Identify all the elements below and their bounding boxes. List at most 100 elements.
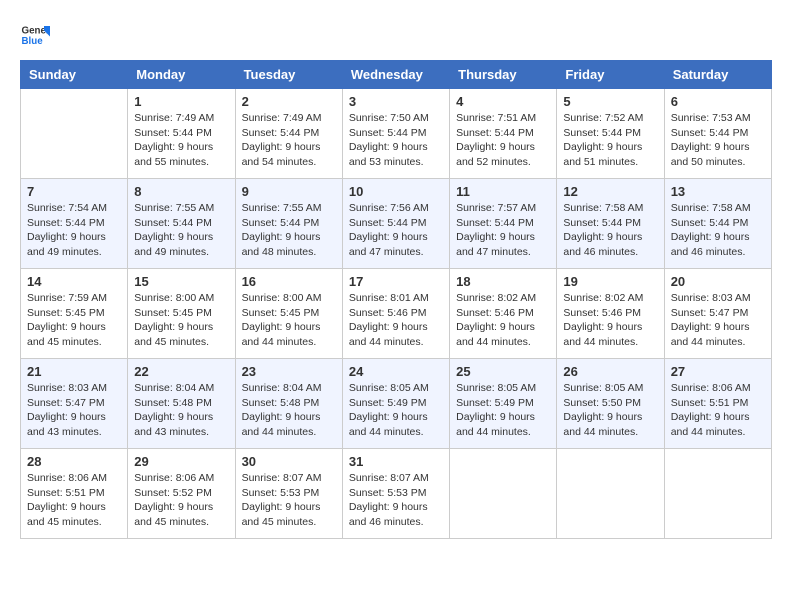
day-info: Sunrise: 7:59 AMSunset: 5:45 PMDaylight:… (27, 291, 121, 350)
logo-icon: General Blue (20, 20, 50, 50)
logo: General Blue (20, 20, 50, 50)
day-number: 3 (349, 94, 443, 109)
day-info: Sunrise: 8:06 AMSunset: 5:51 PMDaylight:… (671, 381, 765, 440)
day-info: Sunrise: 8:06 AMSunset: 5:51 PMDaylight:… (27, 471, 121, 530)
day-info: Sunrise: 7:49 AMSunset: 5:44 PMDaylight:… (242, 111, 336, 170)
day-number: 13 (671, 184, 765, 199)
day-info: Sunrise: 7:53 AMSunset: 5:44 PMDaylight:… (671, 111, 765, 170)
calendar-cell: 27 Sunrise: 8:06 AMSunset: 5:51 PMDayligh… (664, 359, 771, 449)
day-number: 21 (27, 364, 121, 379)
day-info: Sunrise: 8:05 AMSunset: 5:50 PMDaylight:… (563, 381, 657, 440)
day-info: Sunrise: 8:02 AMSunset: 5:46 PMDaylight:… (456, 291, 550, 350)
header-saturday: Saturday (664, 61, 771, 89)
day-info: Sunrise: 8:02 AMSunset: 5:46 PMDaylight:… (563, 291, 657, 350)
day-number: 2 (242, 94, 336, 109)
day-info: Sunrise: 7:50 AMSunset: 5:44 PMDaylight:… (349, 111, 443, 170)
day-number: 5 (563, 94, 657, 109)
calendar-cell: 4 Sunrise: 7:51 AMSunset: 5:44 PMDaylight… (450, 89, 557, 179)
day-number: 9 (242, 184, 336, 199)
day-number: 31 (349, 454, 443, 469)
calendar-cell: 23 Sunrise: 8:04 AMSunset: 5:48 PMDayligh… (235, 359, 342, 449)
calendar-cell: 21 Sunrise: 8:03 AMSunset: 5:47 PMDayligh… (21, 359, 128, 449)
day-number: 10 (349, 184, 443, 199)
day-number: 17 (349, 274, 443, 289)
calendar-header-row: SundayMondayTuesdayWednesdayThursdayFrid… (21, 61, 772, 89)
day-info: Sunrise: 7:54 AMSunset: 5:44 PMDaylight:… (27, 201, 121, 260)
day-info: Sunrise: 8:03 AMSunset: 5:47 PMDaylight:… (27, 381, 121, 440)
day-number: 27 (671, 364, 765, 379)
day-number: 6 (671, 94, 765, 109)
day-number: 29 (134, 454, 228, 469)
calendar-cell (450, 449, 557, 539)
day-number: 28 (27, 454, 121, 469)
calendar-cell: 16 Sunrise: 8:00 AMSunset: 5:45 PMDayligh… (235, 269, 342, 359)
calendar-cell: 13 Sunrise: 7:58 AMSunset: 5:44 PMDayligh… (664, 179, 771, 269)
day-info: Sunrise: 8:07 AMSunset: 5:53 PMDaylight:… (349, 471, 443, 530)
calendar-cell: 5 Sunrise: 7:52 AMSunset: 5:44 PMDaylight… (557, 89, 664, 179)
calendar-cell: 9 Sunrise: 7:55 AMSunset: 5:44 PMDaylight… (235, 179, 342, 269)
calendar-cell: 10Sunrise: 7:56 AMSunset: 5:44 PMDayligh… (342, 179, 449, 269)
calendar-week-3: 14 Sunrise: 7:59 AMSunset: 5:45 PMDayligh… (21, 269, 772, 359)
day-number: 30 (242, 454, 336, 469)
day-number: 19 (563, 274, 657, 289)
day-info: Sunrise: 7:58 AMSunset: 5:44 PMDaylight:… (671, 201, 765, 260)
calendar-cell: 2 Sunrise: 7:49 AMSunset: 5:44 PMDaylight… (235, 89, 342, 179)
calendar-cell (664, 449, 771, 539)
calendar-cell: 29Sunrise: 8:06 AMSunset: 5:52 PMDayligh… (128, 449, 235, 539)
day-info: Sunrise: 7:55 AMSunset: 5:44 PMDaylight:… (242, 201, 336, 260)
calendar-cell: 12 Sunrise: 7:58 AMSunset: 5:44 PMDayligh… (557, 179, 664, 269)
svg-text:Blue: Blue (22, 36, 44, 47)
calendar-cell: 1 Sunrise: 7:49 AMSunset: 5:44 PMDaylight… (128, 89, 235, 179)
day-info: Sunrise: 8:00 AMSunset: 5:45 PMDaylight:… (242, 291, 336, 350)
day-number: 7 (27, 184, 121, 199)
calendar-cell: 8 Sunrise: 7:55 AMSunset: 5:44 PMDaylight… (128, 179, 235, 269)
day-number: 23 (242, 364, 336, 379)
day-number: 16 (242, 274, 336, 289)
day-number: 26 (563, 364, 657, 379)
day-info: Sunrise: 8:04 AMSunset: 5:48 PMDaylight:… (134, 381, 228, 440)
day-info: Sunrise: 8:00 AMSunset: 5:45 PMDaylight:… (134, 291, 228, 350)
calendar-cell: 28 Sunrise: 8:06 AMSunset: 5:51 PMDayligh… (21, 449, 128, 539)
day-number: 18 (456, 274, 550, 289)
day-number: 4 (456, 94, 550, 109)
day-info: Sunrise: 8:03 AMSunset: 5:47 PMDaylight:… (671, 291, 765, 350)
header: General Blue (20, 20, 772, 50)
day-info: Sunrise: 7:55 AMSunset: 5:44 PMDaylight:… (134, 201, 228, 260)
calendar-cell (557, 449, 664, 539)
day-number: 8 (134, 184, 228, 199)
calendar-cell: 7 Sunrise: 7:54 AMSunset: 5:44 PMDaylight… (21, 179, 128, 269)
day-number: 24 (349, 364, 443, 379)
header-friday: Friday (557, 61, 664, 89)
day-number: 12 (563, 184, 657, 199)
day-info: Sunrise: 7:58 AMSunset: 5:44 PMDaylight:… (563, 201, 657, 260)
calendar-week-5: 28 Sunrise: 8:06 AMSunset: 5:51 PMDayligh… (21, 449, 772, 539)
calendar-cell: 20Sunrise: 8:03 AMSunset: 5:47 PMDayligh… (664, 269, 771, 359)
calendar-cell: 30 Sunrise: 8:07 AMSunset: 5:53 PMDayligh… (235, 449, 342, 539)
calendar-cell: 24 Sunrise: 8:05 AMSunset: 5:49 PMDayligh… (342, 359, 449, 449)
day-number: 25 (456, 364, 550, 379)
day-info: Sunrise: 8:05 AMSunset: 5:49 PMDaylight:… (349, 381, 443, 440)
calendar-cell: 17Sunrise: 8:01 AMSunset: 5:46 PMDayligh… (342, 269, 449, 359)
calendar-week-1: 1 Sunrise: 7:49 AMSunset: 5:44 PMDaylight… (21, 89, 772, 179)
calendar-cell: 6 Sunrise: 7:53 AMSunset: 5:44 PMDaylight… (664, 89, 771, 179)
calendar-cell (21, 89, 128, 179)
calendar-week-4: 21 Sunrise: 8:03 AMSunset: 5:47 PMDayligh… (21, 359, 772, 449)
day-number: 1 (134, 94, 228, 109)
day-info: Sunrise: 8:05 AMSunset: 5:49 PMDaylight:… (456, 381, 550, 440)
calendar-cell: 14 Sunrise: 7:59 AMSunset: 5:45 PMDayligh… (21, 269, 128, 359)
day-info: Sunrise: 7:49 AMSunset: 5:44 PMDaylight:… (134, 111, 228, 170)
day-number: 15 (134, 274, 228, 289)
header-monday: Monday (128, 61, 235, 89)
day-info: Sunrise: 8:04 AMSunset: 5:48 PMDaylight:… (242, 381, 336, 440)
header-tuesday: Tuesday (235, 61, 342, 89)
calendar-cell: 18 Sunrise: 8:02 AMSunset: 5:46 PMDayligh… (450, 269, 557, 359)
calendar-cell: 26 Sunrise: 8:05 AMSunset: 5:50 PMDayligh… (557, 359, 664, 449)
calendar-cell: 11Sunrise: 7:57 AMSunset: 5:44 PMDayligh… (450, 179, 557, 269)
day-number: 14 (27, 274, 121, 289)
day-info: Sunrise: 7:51 AMSunset: 5:44 PMDaylight:… (456, 111, 550, 170)
day-info: Sunrise: 7:52 AMSunset: 5:44 PMDaylight:… (563, 111, 657, 170)
day-number: 22 (134, 364, 228, 379)
calendar-table: SundayMondayTuesdayWednesdayThursdayFrid… (20, 60, 772, 539)
calendar-cell: 19 Sunrise: 8:02 AMSunset: 5:46 PMDayligh… (557, 269, 664, 359)
day-info: Sunrise: 8:07 AMSunset: 5:53 PMDaylight:… (242, 471, 336, 530)
